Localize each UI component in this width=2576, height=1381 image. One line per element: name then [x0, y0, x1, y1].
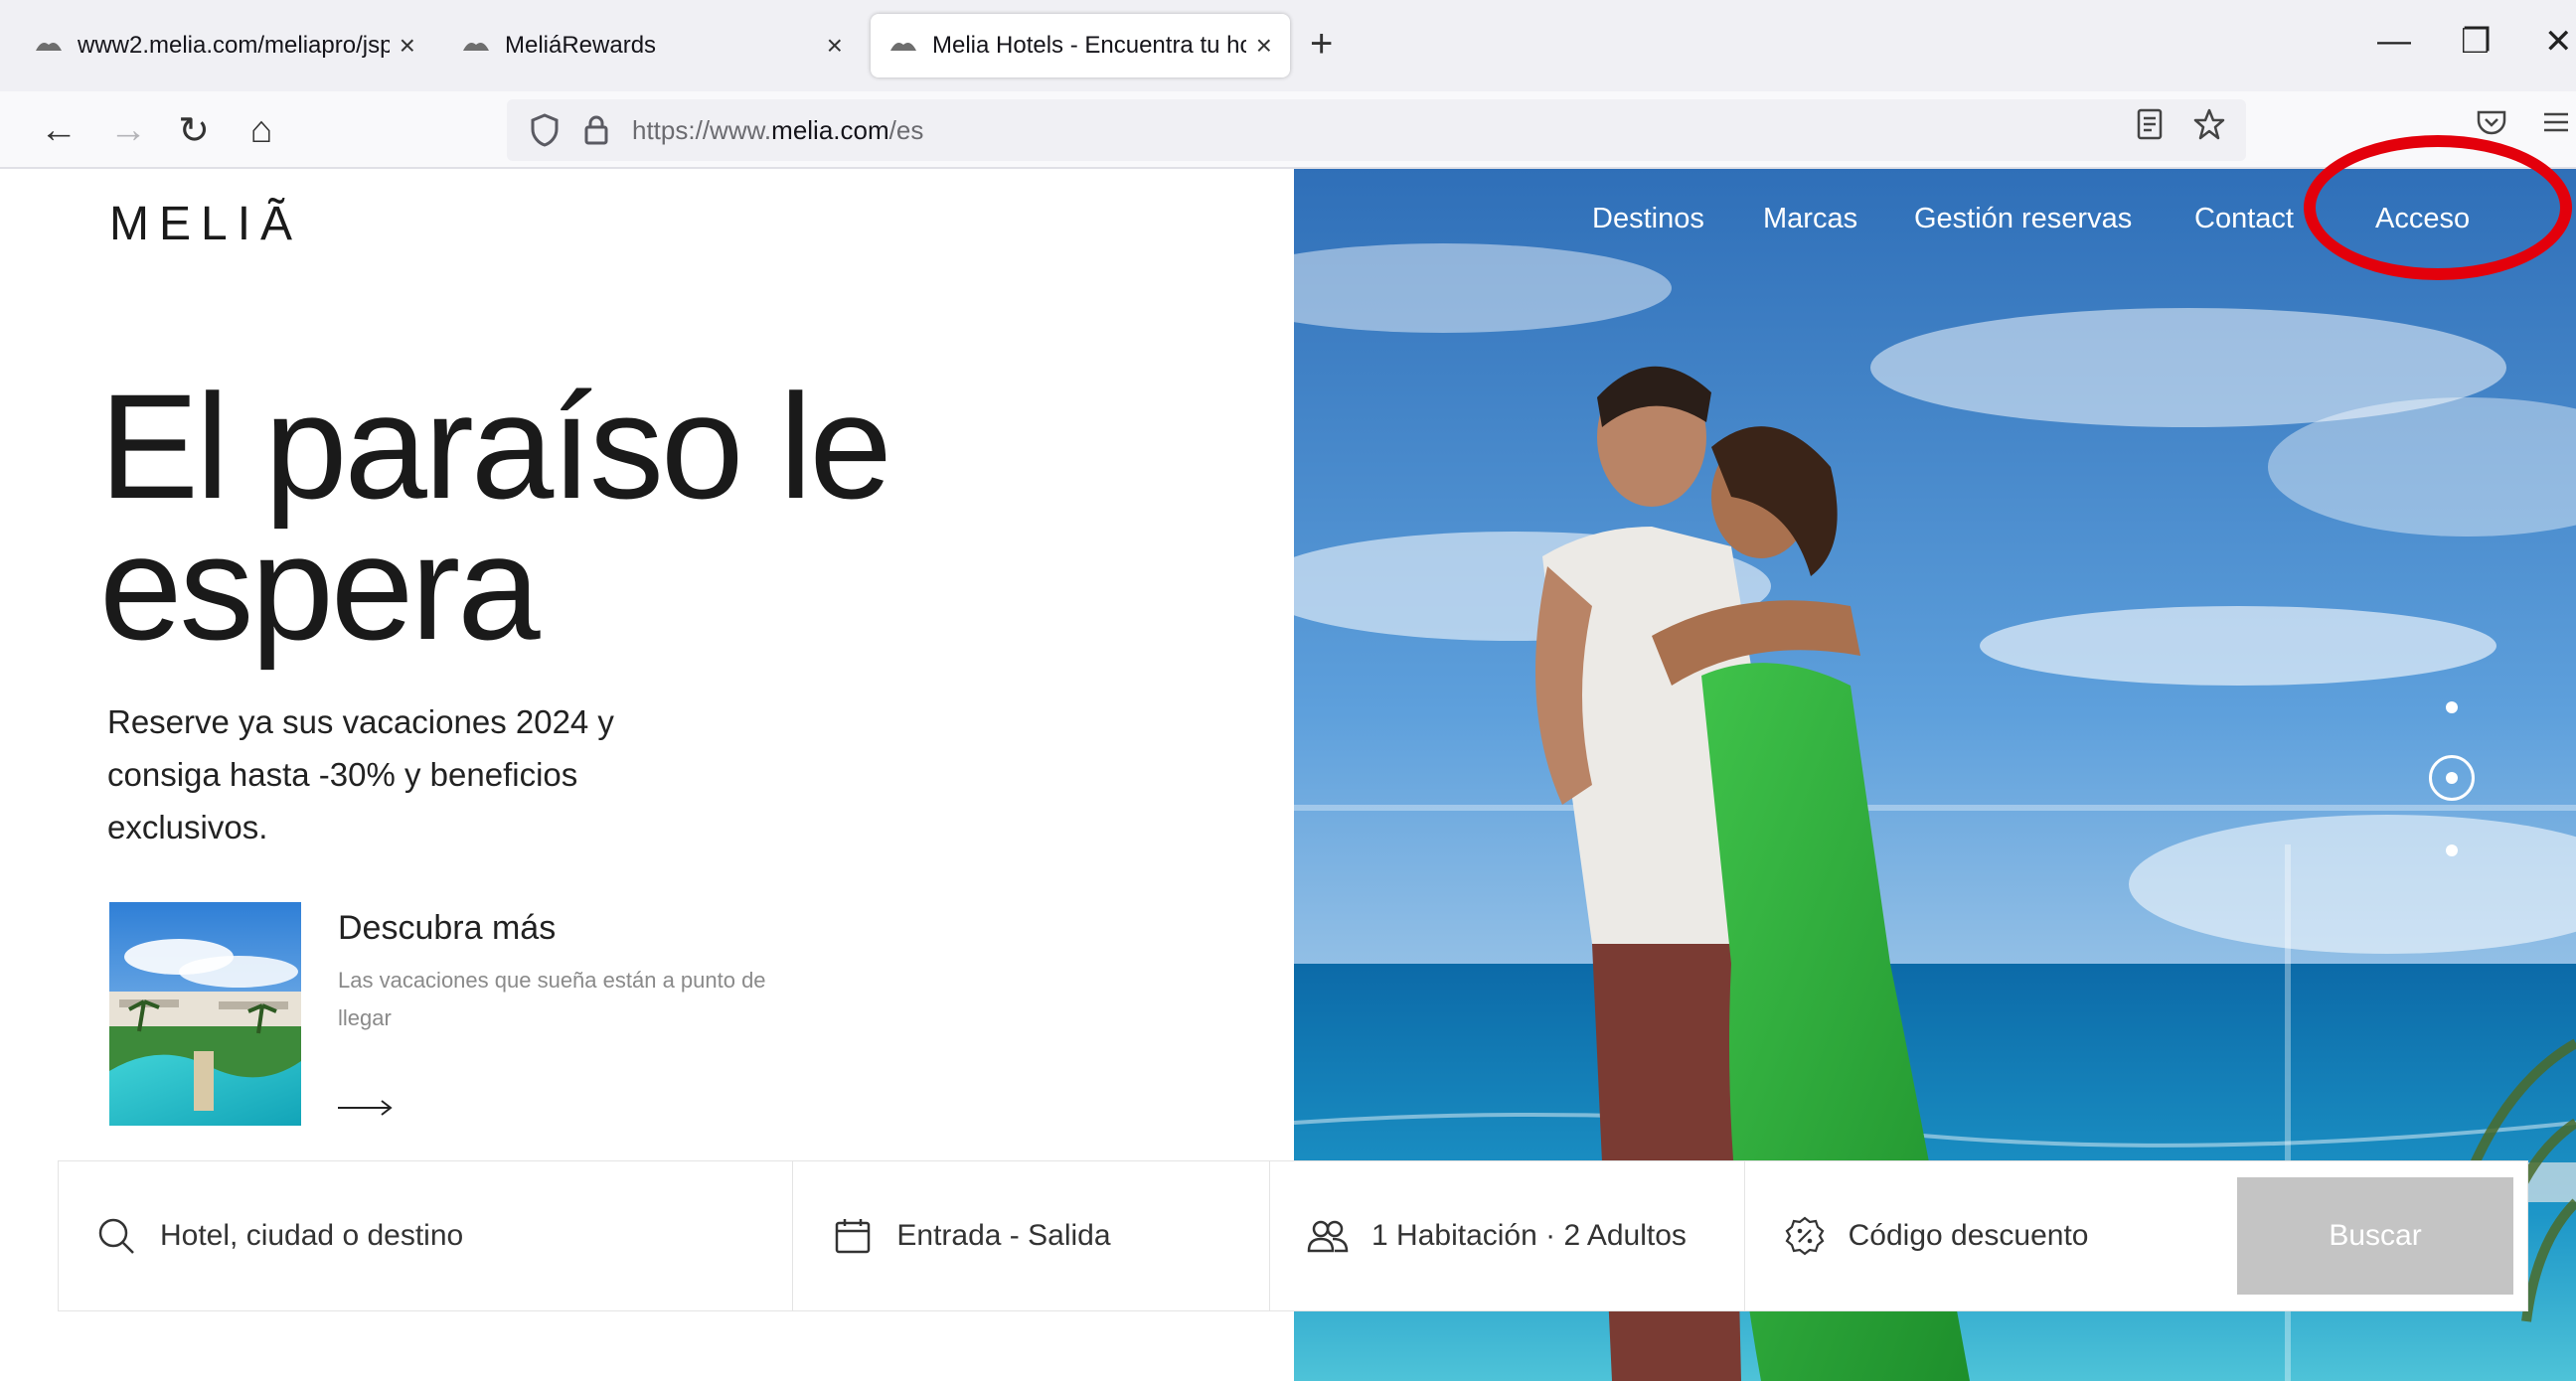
browser-tab-melia-hotels[interactable]: Melia Hotels - Encuentra tu hot ×: [871, 14, 1290, 77]
new-tab-button[interactable]: +: [1310, 22, 1333, 67]
url-bar[interactable]: https://www.melia.com/es: [507, 99, 2246, 161]
melia-favicon-icon: [461, 36, 491, 56]
shield-icon[interactable]: [523, 113, 566, 147]
promo-title[interactable]: Descubra más: [338, 909, 556, 948]
browser-tab-strip: www2.melia.com/meliapro/jsp/ × MeliáRewa…: [0, 0, 2576, 91]
carousel-dot[interactable]: [2446, 701, 2458, 713]
booking-search-bar: Hotel, ciudad o destino Entrada - Salida…: [58, 1160, 2528, 1311]
url-prefix: https://www.: [632, 114, 772, 145]
nav-gestion-reservas[interactable]: Gestión reservas: [1914, 203, 2132, 235]
nav-marcas[interactable]: Marcas: [1763, 203, 1857, 235]
browser-tab-meliapro[interactable]: www2.melia.com/meliapro/jsp/ ×: [16, 14, 433, 77]
melia-home-page: MELIÃ El paraíso le espera Reserve ya su…: [0, 135, 2576, 1381]
minimize-button[interactable]: —: [2377, 22, 2411, 61]
carousel-dot[interactable]: [2446, 844, 2458, 856]
dates-label: Entrada - Salida: [896, 1219, 1111, 1252]
tab-title: www2.melia.com/meliapro/jsp/: [78, 32, 390, 59]
hero-title-line2: espera: [99, 504, 541, 671]
url-path: /es: [888, 114, 924, 145]
melia-favicon-icon: [34, 36, 64, 56]
destination-field[interactable]: Hotel, ciudad o destino: [59, 1161, 794, 1310]
url-text[interactable]: https://www.melia.com/es: [632, 115, 923, 146]
menu-icon[interactable]: [2540, 105, 2572, 144]
discount-label: Código descuento: [1848, 1219, 2089, 1252]
nav-destinos[interactable]: Destinos: [1592, 203, 1704, 235]
melia-logo[interactable]: MELIÃ: [109, 197, 302, 251]
pocket-icon[interactable]: [2475, 105, 2508, 144]
close-window-button[interactable]: ✕: [2544, 22, 2573, 62]
search-submit-button[interactable]: Buscar: [2237, 1177, 2513, 1295]
home-button[interactable]: ⌂: [237, 105, 286, 155]
tab-close-icon[interactable]: ×: [827, 30, 843, 62]
search-icon: [94, 1214, 138, 1258]
promo-description: Las vacaciones que sueña están a punto d…: [338, 968, 766, 1030]
nav-acceso[interactable]: Acceso: [2375, 203, 2470, 235]
calendar-icon: [831, 1214, 875, 1258]
browser-tab-meliarewards[interactable]: MeliáRewards ×: [443, 14, 861, 77]
bookmark-star-icon[interactable]: [2192, 107, 2226, 146]
carousel-dot-active[interactable]: [2429, 755, 2475, 801]
forward-button[interactable]: →: [103, 105, 153, 155]
guests-label: 1 Habitación · 2 Adultos: [1371, 1219, 1687, 1252]
dates-field[interactable]: Entrada - Salida: [793, 1161, 1271, 1310]
back-button[interactable]: ←: [34, 105, 83, 155]
users-icon: [1306, 1214, 1350, 1258]
reload-button[interactable]: ↻: [169, 105, 219, 155]
tab-close-icon[interactable]: ×: [400, 30, 415, 62]
guests-field[interactable]: 1 Habitación · 2 Adultos: [1270, 1161, 1745, 1310]
reader-view-icon[interactable]: [2135, 107, 2165, 146]
melia-favicon-icon: [888, 36, 918, 56]
tab-close-icon[interactable]: ×: [1256, 30, 1272, 62]
nav-contacto[interactable]: Contact: [2194, 203, 2294, 235]
browser-nav-bar: ← → ↻ ⌂ https://www.melia.com/es: [0, 91, 2576, 169]
lock-icon[interactable]: [574, 114, 618, 146]
tab-title: MeliáRewards: [505, 32, 657, 59]
tab-title: Melia Hotels - Encuentra tu hot: [932, 32, 1246, 59]
url-domain: melia.com: [771, 114, 889, 145]
hero-title: El paraíso le espera: [99, 372, 994, 662]
promo-thumbnail-image[interactable]: [109, 902, 301, 1126]
destination-placeholder: Hotel, ciudad o destino: [160, 1219, 464, 1252]
discount-badge-icon: [1783, 1214, 1827, 1258]
hero-subtitle: Reserve ya sus vacaciones 2024 y consiga…: [107, 703, 614, 845]
arrow-right-icon[interactable]: [336, 1093, 396, 1123]
restore-button[interactable]: ❐: [2461, 22, 2491, 62]
